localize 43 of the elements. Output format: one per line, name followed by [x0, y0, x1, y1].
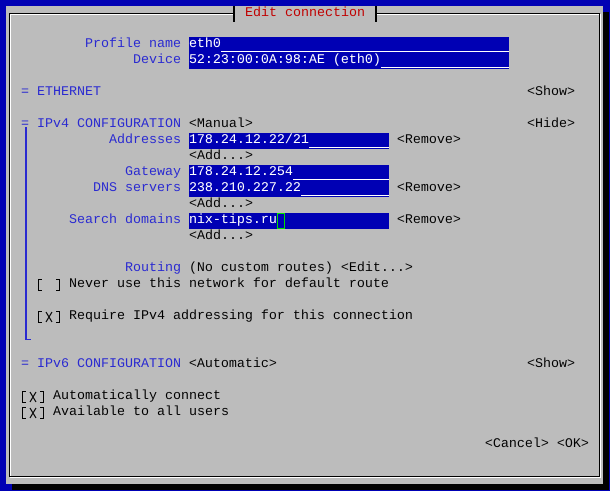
field-label: Profile name: [84, 37, 181, 53]
show-button[interactable]: <Show>: [527, 357, 576, 373]
mode-dropdown[interactable]: <Automatic>: [188, 357, 277, 373]
show-button[interactable]: <Show>: [527, 85, 576, 101]
section-marker: =: [21, 357, 29, 373]
input-field[interactable]: 238.210.227.22: [188, 181, 389, 197]
section-marker: =: [21, 85, 29, 101]
section-marker: =: [21, 117, 29, 133]
add-button[interactable]: <Add...>: [188, 149, 253, 165]
checkbox[interactable]: [21, 407, 45, 419]
checkbox[interactable]: [36, 279, 61, 291]
checkbox-label: Require IPv4 addressing for this connection: [68, 309, 413, 325]
checkbox-label: Never use this network for default route: [68, 277, 389, 293]
section-heading: ETHERNET: [36, 85, 101, 101]
routes-summary: (No custom routes): [188, 261, 333, 277]
checkbox-label: Automatically connect: [52, 389, 221, 405]
field-label: Search domains: [68, 213, 181, 229]
section-heading: IPv6 CONFIGURATION: [36, 357, 181, 373]
input-field[interactable]: eth0: [188, 37, 509, 53]
checkbox[interactable]: [36, 311, 61, 323]
hide-button[interactable]: <Hide>: [527, 117, 576, 133]
remove-button[interactable]: <Remove>: [396, 181, 461, 197]
dialog-button[interactable]: <Cancel>: [484, 437, 549, 453]
input-field[interactable]: nix-tips.ru: [188, 213, 389, 229]
field-label: Gateway: [124, 165, 181, 181]
field-label: Routing: [124, 261, 181, 277]
input-field[interactable]: 178.24.12.22/21: [188, 133, 389, 149]
field-label: Device: [132, 53, 181, 69]
add-button[interactable]: <Add...>: [188, 229, 253, 245]
add-button[interactable]: <Add...>: [188, 197, 253, 213]
input-field[interactable]: 52:23:00:0A:98:AE (eth0): [188, 53, 509, 69]
remove-button[interactable]: <Remove>: [396, 213, 461, 229]
field-label: DNS servers: [92, 181, 181, 197]
remove-button[interactable]: <Remove>: [396, 133, 461, 149]
mode-dropdown[interactable]: <Manual>: [188, 117, 253, 133]
field-label: Addresses: [108, 133, 181, 149]
checkbox-label: Available to all users: [52, 405, 229, 421]
input-field[interactable]: 178.24.12.254: [188, 165, 389, 181]
edit-button[interactable]: <Edit...>: [340, 261, 413, 277]
dialog-title: Edit connection: [233, 6, 377, 22]
dialog-button[interactable]: <OK>: [556, 437, 589, 453]
checkbox[interactable]: [21, 391, 45, 403]
section-heading: IPv4 CONFIGURATION: [36, 117, 181, 133]
